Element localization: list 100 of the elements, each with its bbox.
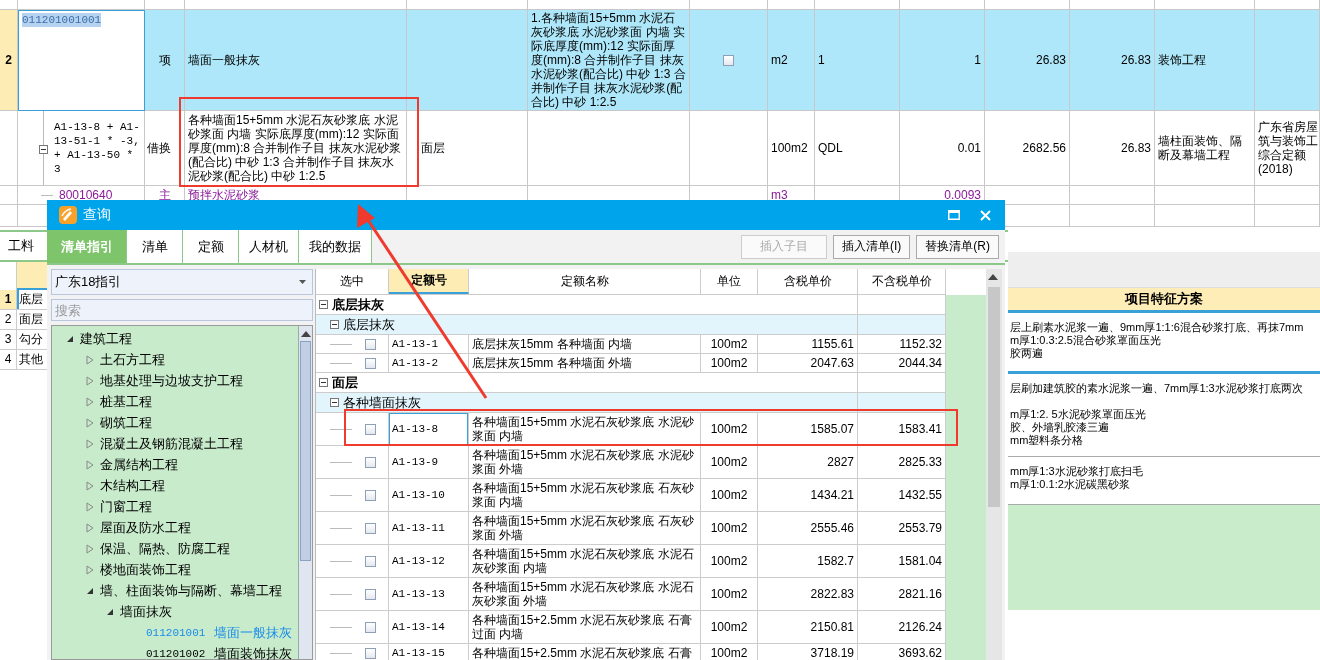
library-dropdown[interactable]: 广东18指引 [51, 269, 313, 295]
tree-item[interactable]: 砌筑工程 [100, 413, 152, 432]
collapsed-triangle-icon[interactable] [86, 375, 94, 386]
tree-item[interactable]: 墙面装饰抹灰 [214, 644, 292, 660]
quota-code[interactable]: A1-13-11 [389, 512, 469, 544]
collapsed-triangle-icon[interactable] [86, 480, 94, 491]
row-number: 1 [0, 290, 17, 309]
quota-unit: 100m2 [701, 512, 758, 544]
checkbox[interactable] [723, 54, 734, 66]
tree-item[interactable]: 建筑工程 [80, 329, 132, 348]
unit-price: 2682.56 [985, 111, 1070, 186]
quota-code[interactable]: A1-13-13 [389, 578, 469, 610]
checkbox[interactable] [365, 456, 376, 468]
item-unit: m2 [768, 10, 815, 111]
feature-text: 胶、外墙乳胶漆三遍 [1010, 421, 1110, 434]
checkbox[interactable] [365, 522, 376, 534]
expanded-triangle-icon[interactable] [106, 607, 114, 616]
quota-code[interactable]: A1-13-15 [389, 644, 469, 660]
collapsed-triangle-icon[interactable] [86, 564, 94, 575]
collapse-icon[interactable] [39, 145, 48, 154]
panel-tab[interactable]: 工料 [0, 237, 34, 255]
quota-source: 广东省房屋 [1258, 120, 1318, 134]
quota-code[interactable]: A1-13-10 [389, 479, 469, 511]
checkbox[interactable] [365, 621, 376, 633]
tree-item[interactable]: 混凝土及钢筋混凝土工程 [100, 434, 243, 453]
checkbox[interactable] [365, 357, 376, 369]
layer-name[interactable]: 其他 [17, 350, 43, 369]
collapse-icon[interactable] [330, 398, 339, 407]
tree-item[interactable]: 保温、隔热、防腐工程 [100, 539, 230, 558]
scrollbar[interactable] [298, 326, 312, 659]
collapsed-triangle-icon[interactable] [86, 522, 94, 533]
item-category: 墙柱面装饰、隔断及幕墙工程 [1155, 111, 1255, 186]
scrollbar[interactable] [986, 269, 1002, 660]
collapsed-triangle-icon[interactable] [86, 438, 94, 449]
quota-code[interactable]: A1-13-2 [389, 354, 469, 372]
collapsed-triangle-icon[interactable] [86, 459, 94, 470]
quota-name: 各种墙面15+5mm 水泥石灰砂浆底 水泥砂浆面 内墙 实际底厚度(mm):12 实际面厚度(mm):8 合并制作子目 抹灰水泥砂浆(配合比) 中砂 1:3 合并制作子目 抹灰水泥砂浆(配合比) 中砂 1:2.5 [185, 111, 407, 186]
layer-name[interactable]: 面层 [17, 310, 43, 329]
close-icon[interactable] [980, 209, 991, 221]
quota-name: 底层抹灰15mm 各种墙面 内墙 [469, 335, 701, 353]
tree-item[interactable]: 地基处理与边坡支护工程 [100, 371, 243, 390]
checkbox[interactable] [365, 489, 376, 501]
checkbox[interactable] [365, 555, 376, 567]
quota-code: A1-13-8 + A1-13-51-1 * -3,+ A1-13-50 * 3 [54, 120, 141, 176]
quota-source: 综合定额 [1258, 148, 1306, 162]
price-with-tax: 2827 [758, 446, 858, 478]
expanded-triangle-icon[interactable] [66, 334, 74, 343]
tree-item[interactable]: 木结构工程 [100, 476, 165, 495]
quota-code[interactable]: A1-13-9 [389, 446, 469, 478]
quota-code[interactable]: A1-13-12 [389, 545, 469, 577]
column-header[interactable]: 单位 [701, 269, 758, 294]
layer-name[interactable]: 勾分 [17, 330, 43, 349]
checkbox[interactable] [365, 423, 376, 435]
item-category: 装饰工程 [1155, 10, 1255, 111]
collapse-icon[interactable] [330, 320, 339, 329]
dialog-title: 查询 [83, 206, 111, 224]
quota-unit: 100m2 [701, 446, 758, 478]
tree-item[interactable]: 土石方工程 [100, 350, 165, 369]
collapse-icon[interactable] [319, 300, 328, 309]
collapse-icon[interactable] [319, 378, 328, 387]
tree-item[interactable]: 门窗工程 [100, 497, 152, 516]
dialog-tab[interactable]: 清单 [127, 230, 183, 263]
tree-item[interactable]: 楼地面装饰工程 [100, 560, 191, 579]
tree-item[interactable]: 桩基工程 [100, 392, 152, 411]
collapsed-triangle-icon[interactable] [86, 354, 94, 365]
tree-item[interactable]: 屋面及防水工程 [100, 518, 191, 537]
quota-code[interactable]: A1-13-8 [389, 413, 469, 445]
action-button[interactable]: 插入清单(I) [833, 234, 911, 259]
tree-item[interactable]: 金属结构工程 [100, 455, 178, 474]
search-field[interactable]: 搜索 [51, 299, 313, 321]
price-with-tax: 2822.83 [758, 578, 858, 610]
item-unit: 100m2 [768, 111, 815, 186]
maximize-icon[interactable] [948, 210, 960, 220]
checkbox[interactable] [365, 338, 376, 350]
dialog-tab[interactable]: 我的数据 [299, 230, 372, 263]
collapsed-triangle-icon[interactable] [86, 417, 94, 428]
checkbox[interactable] [365, 588, 376, 600]
bill-row[interactable]: 2 011201001001 项 墙面一般抹灰 1.各种墙面15+5mm 水泥石灰砂浆底 水泥砂浆面 内墙 实际底厚度(mm):12 实际面厚度(mm):8 合并制作子目 抹灰水泥砂浆(配合比) 中砂 1:3 合并制作子目 抹灰水泥砂浆(配合比) 中砂 1:2.5 m2 1 1 26.83 26.83 装饰工程 [0, 10, 1320, 111]
group-label: 面层 [332, 373, 358, 392]
collapsed-triangle-icon[interactable] [86, 543, 94, 554]
quota-name: 各种墙面15+5mm 水泥石灰砂浆底 石灰砂浆面 外墙 [469, 512, 701, 544]
tree-item-code[interactable]: 011201002 [146, 647, 208, 660]
dialog-tab[interactable]: 定额 [183, 230, 239, 263]
feature-text: mm塑料条分格 [1010, 434, 1085, 447]
row-number: 2 [0, 310, 17, 329]
tree-item[interactable]: 墙、柱面装饰与隔断、幕墙工程 [100, 581, 282, 600]
action-button[interactable]: 替换清单(R) [916, 234, 999, 259]
quota-code[interactable]: A1-13-14 [389, 611, 469, 643]
column-header[interactable]: 定额名称 [469, 269, 701, 294]
column-header[interactable]: 定额号 [389, 269, 469, 294]
layer-name[interactable]: 底层 [17, 290, 43, 309]
expanded-triangle-icon[interactable] [86, 586, 94, 595]
quota-code[interactable]: A1-13-1 [389, 335, 469, 353]
checkbox[interactable] [365, 647, 376, 659]
collapsed-triangle-icon[interactable] [86, 501, 94, 512]
dialog-tab[interactable]: 人材机 [239, 230, 299, 263]
tree-item[interactable]: 墙面抹灰 [120, 602, 172, 621]
collapsed-triangle-icon[interactable] [86, 396, 94, 407]
quantity: 1 [900, 10, 985, 111]
column-header[interactable]: 含税单价 [758, 269, 858, 294]
